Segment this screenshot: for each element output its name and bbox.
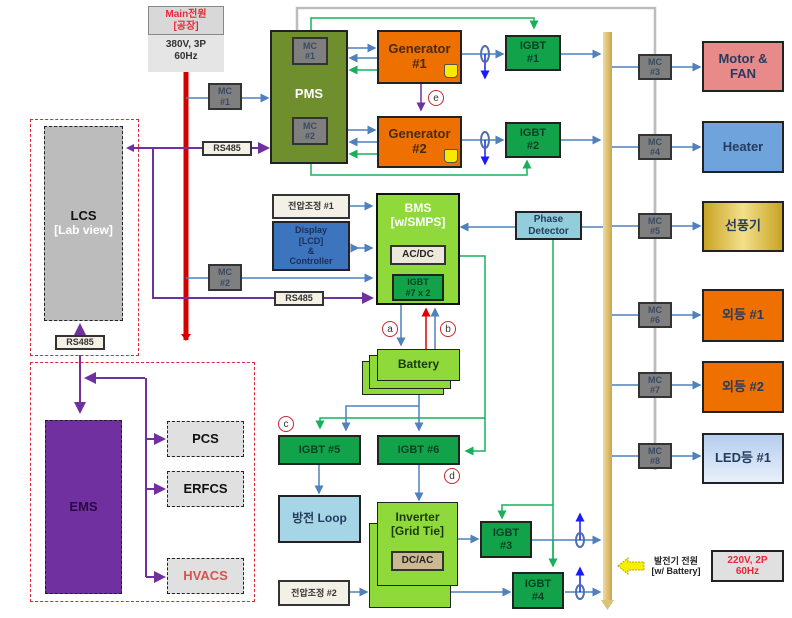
mc-3[interactable]: MC #3 [638, 54, 672, 80]
voltage-adjust-1[interactable]: 전압조정 #1 [272, 194, 350, 219]
gray-control-line [295, 6, 657, 470]
load-heater[interactable]: Heater [702, 121, 784, 173]
voltage-adjust-2[interactable]: 전압조정 #2 [278, 580, 350, 606]
display-controller[interactable]: Display [LCD] & Controller [272, 221, 350, 271]
mc-8[interactable]: MC #8 [638, 443, 672, 469]
igbt-7[interactable]: IGBT #7 x 2 [392, 274, 444, 301]
main-power-box: Main전원 [공장] 380V, 3P 60Hz [148, 6, 224, 72]
generator-2-label: Generator #2 [388, 126, 451, 156]
battery[interactable]: Battery [377, 349, 460, 381]
inverter-block[interactable]: Inverter [Grid Tie] DC/AC [377, 502, 458, 586]
subsystem-hvacs[interactable]: HVACS [167, 558, 244, 594]
marker-b: b [440, 321, 456, 337]
subsystem-pcs[interactable]: PCS [167, 421, 244, 457]
mc-1-left[interactable]: MC #1 [208, 83, 242, 110]
bms-block[interactable]: BMS [w/SMPS] AC/DC IGBT #7 x 2 [376, 193, 460, 305]
pms-block[interactable]: MC #1 PMS MC #2 [270, 30, 348, 164]
generator-1-label: Generator #1 [388, 41, 451, 71]
inverter-title: Inverter [Grid Tie] [390, 510, 445, 538]
mc-4[interactable]: MC #4 [638, 134, 672, 160]
marker-a: a [382, 321, 398, 337]
discharge-loop[interactable]: 방전 Loop [278, 495, 361, 543]
mc-5[interactable]: MC #5 [638, 213, 672, 239]
lcs-subtitle: [Lab view] [54, 223, 113, 238]
main-power-spec: 380V, 3P 60Hz [165, 39, 207, 62]
igbt-3[interactable]: IGBT #3 [480, 521, 532, 558]
mc-6[interactable]: MC #6 [638, 302, 672, 328]
load-motor-fan[interactable]: Motor & FAN [702, 41, 784, 92]
igbt-2[interactable]: IGBT #2 [505, 122, 561, 158]
mc-7[interactable]: MC #7 [638, 372, 672, 398]
pms-label: PMS [294, 85, 324, 101]
lcs-title: LCS [70, 208, 97, 224]
subsystem-erfcs[interactable]: ERFCS [167, 471, 244, 507]
marker-e: e [428, 90, 444, 106]
rs485-label-bms: RS485 [274, 291, 324, 306]
load-outdoor-light-1[interactable]: 외등 #1 [702, 289, 784, 342]
marker-d: d [444, 468, 460, 484]
subsystem-erfcs-label: ERFCS [183, 480, 228, 496]
igbt-5[interactable]: IGBT #5 [278, 435, 361, 465]
phase-detector[interactable]: Phase Detector [515, 211, 582, 240]
marker-c: c [278, 416, 294, 432]
load-fan[interactable]: 선풍기 [702, 201, 784, 252]
generator-power-spec: 220V, 2P 60Hz [711, 550, 784, 582]
acdc-converter: AC/DC [390, 245, 446, 265]
load-led-light-1[interactable]: LED등 #1 [702, 433, 784, 484]
lcs-block[interactable]: LCS [Lab view] [44, 126, 123, 321]
main-power-title: Main전원 [공장] [148, 6, 224, 35]
pms-mc-1[interactable]: MC #1 [292, 37, 328, 65]
database-icon [444, 64, 458, 78]
subsystem-pcs-label: PCS [192, 430, 219, 446]
load-outdoor-light-2[interactable]: 외등 #2 [702, 361, 784, 413]
dcac-converter: DC/AC [391, 551, 444, 571]
database-icon [444, 149, 458, 163]
ems-title: EMS [69, 498, 98, 514]
bms-title: BMS [w/SMPS] [390, 201, 446, 229]
generator-power-label: 발전기 전원 [w/ Battery] [651, 555, 701, 576]
igbt-6[interactable]: IGBT #6 [377, 435, 460, 465]
pms-mc-2[interactable]: MC #2 [292, 117, 328, 145]
igbt-4[interactable]: IGBT #4 [512, 572, 564, 609]
mc-2-left[interactable]: MC #2 [208, 264, 242, 291]
ems-block[interactable]: EMS [45, 420, 122, 594]
rs485-label-pms: RS485 [202, 141, 252, 156]
subsystem-hvacs-label: HVACS [183, 567, 228, 583]
igbt-1[interactable]: IGBT #1 [505, 35, 561, 71]
